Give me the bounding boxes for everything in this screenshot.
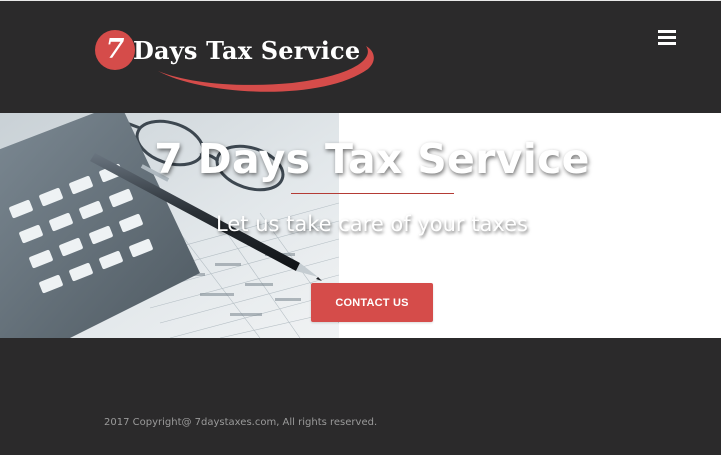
logo-number: 7 bbox=[105, 34, 125, 65]
site-header: 7 Days Tax Service bbox=[0, 1, 721, 113]
copyright-text: 2017 Copyright@ 7daystaxes.com, All righ… bbox=[104, 417, 378, 428]
hero-divider bbox=[291, 193, 454, 194]
hero-banner: 7 Days Tax Service Let us take care of y… bbox=[0, 113, 721, 338]
site-logo[interactable]: 7 Days Tax Service bbox=[92, 29, 376, 95]
logo-text: Days Tax Service bbox=[133, 36, 361, 65]
hero-subtitle: Let us take care of your taxes bbox=[216, 212, 528, 236]
hero-title: 7 Days Tax Service bbox=[154, 135, 590, 183]
contact-us-button[interactable]: CONTACT US bbox=[311, 283, 433, 322]
site-footer: 2017 Copyright@ 7daystaxes.com, All righ… bbox=[0, 338, 721, 455]
hamburger-menu-icon[interactable] bbox=[655, 27, 679, 47]
